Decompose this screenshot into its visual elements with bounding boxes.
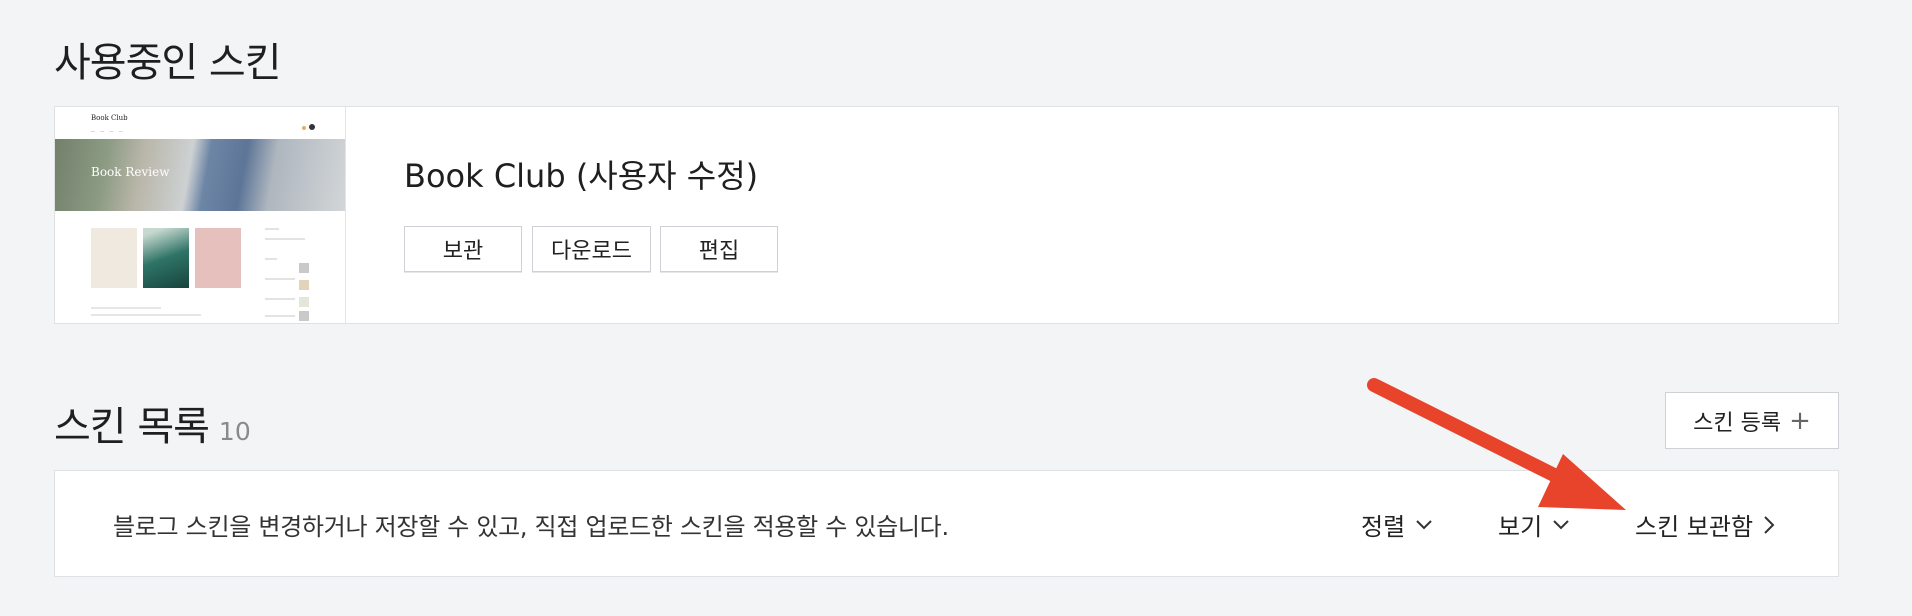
skin-list-title: 스킨 목록 10 [54,394,251,452]
thumbnail-side-image [299,311,309,321]
edit-button[interactable]: 편집 [660,226,778,272]
sort-dropdown[interactable]: 정렬 [1361,507,1433,542]
thumbnail-side-image [299,280,309,290]
thumbnail-side-line [265,228,279,230]
archive-button[interactable]: 보관 [404,226,522,272]
chevron-right-icon [1764,515,1775,534]
skin-list-description: 블로그 스킨을 변경하거나 저장할 수 있고, 직접 업로드한 스킨을 적용할 … [113,513,949,541]
thumbnail-side-line [265,258,277,260]
thumbnail-side-image [299,297,309,307]
thumbnail-hero-text: Book Review [91,165,170,179]
current-skin-card: Book Club — — — — Book Review Book Club … [54,106,1839,324]
plus-icon: + [1789,405,1811,436]
view-label: 보기 [1498,513,1543,541]
sort-label: 정렬 [1361,513,1406,541]
thumbnail-book-cover [91,228,137,288]
current-skin-name: Book Club (사용자 수정) [404,157,759,195]
register-skin-button[interactable]: 스킨 등록 + [1665,392,1839,449]
skin-storage-link[interactable]: 스킨 보관함 [1635,507,1775,542]
view-dropdown[interactable]: 보기 [1498,507,1570,542]
thumbnail-side-line [265,238,305,240]
thumbnail-side-line [265,315,295,317]
skin-list-title-text: 스킨 목록 [54,404,210,450]
thumbnail-nav: — — — — [91,129,125,134]
skin-thumbnail[interactable]: Book Club — — — — Book Review [55,107,346,323]
thumbnail-post-line [91,314,201,316]
thumbnail-side-line [265,278,295,280]
skin-count: 10 [218,417,251,446]
skin-list-toolbar: 블로그 스킨을 변경하거나 저장할 수 있고, 직접 업로드한 스킨을 적용할 … [54,470,1839,577]
current-skin-title: 사용중인 스킨 [54,40,282,86]
thumbnail-hero: Book Review [55,139,345,211]
chevron-down-icon [1553,519,1569,529]
register-skin-label: 스킨 등록 [1693,410,1782,436]
chevron-down-icon [1416,519,1432,529]
thumbnail-site-title: Book Club [91,114,128,122]
thumbnail-header-icons [299,115,315,134]
thumbnail-side-line [265,298,295,300]
thumbnail-book-cover [143,228,189,288]
thumbnail-side-image [299,263,309,273]
download-button[interactable]: 다운로드 [532,226,651,272]
thumbnail-post-line [91,307,161,309]
thumbnail-book-cover [195,228,241,288]
skin-storage-label: 스킨 보관함 [1635,513,1754,541]
